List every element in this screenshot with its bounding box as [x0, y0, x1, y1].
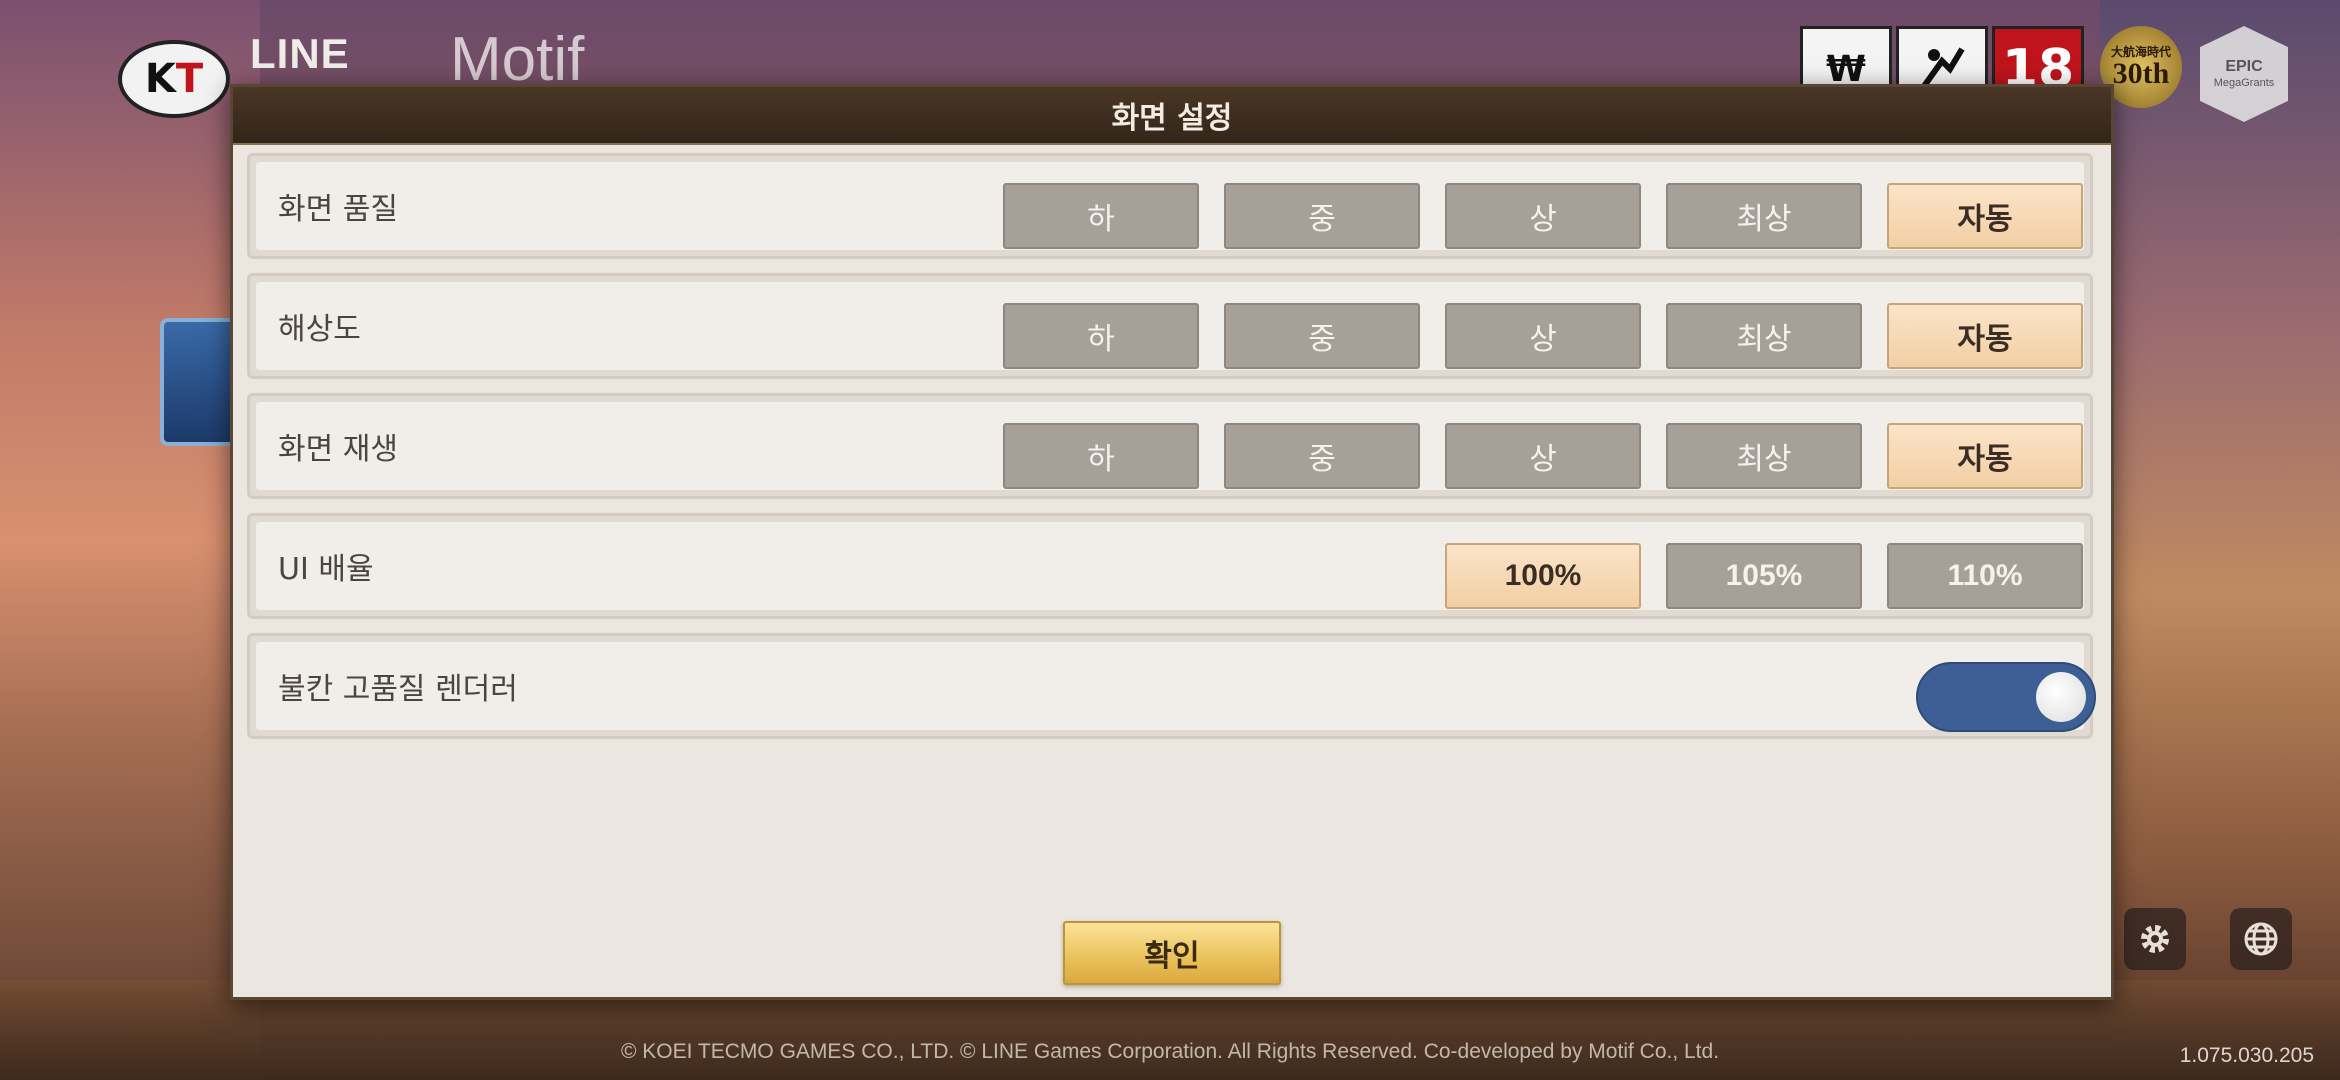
toggle-knob: [2036, 672, 2086, 722]
option-high[interactable]: 상: [1445, 183, 1641, 249]
setting-label: UI 배율: [278, 552, 374, 587]
setting-row-screen-quality: 화면 품질 하 중 상 최상 자동: [247, 153, 2093, 259]
option-low[interactable]: 하: [1003, 183, 1199, 249]
confirm-button[interactable]: 확인: [1063, 921, 1281, 985]
copyright-text: © KOEI TECMO GAMES CO., LTD. © LINE Game…: [620, 1040, 1720, 1063]
option-105-percent[interactable]: 105%: [1666, 543, 1862, 609]
setting-row-vulkan-renderer: 불칸 고품질 렌더러: [247, 633, 2096, 739]
koei-tecmo-logo: KT: [118, 40, 230, 118]
setting-label: 화면 재생: [278, 432, 398, 467]
setting-label: 화면 품질: [278, 192, 398, 227]
setting-label: 해상도: [278, 312, 361, 347]
gear-icon[interactable]: [2124, 908, 2186, 970]
option-medium[interactable]: 중: [1224, 183, 1420, 249]
option-highest[interactable]: 최상: [1666, 183, 1862, 249]
option-medium[interactable]: 중: [1224, 423, 1420, 489]
option-auto[interactable]: 자동: [1887, 423, 2083, 489]
option-110-percent[interactable]: 110%: [1887, 543, 2083, 609]
line-games-logo: LINE: [250, 30, 350, 77]
option-highest[interactable]: 최상: [1666, 423, 1862, 489]
motif-logo: Motif: [450, 25, 585, 94]
option-low[interactable]: 하: [1003, 423, 1199, 489]
vulkan-renderer-toggle[interactable]: [1916, 662, 2096, 732]
setting-row-refresh-rate: 화면 재생 하 중 상 최상 자동: [247, 393, 2093, 499]
option-low[interactable]: 하: [1003, 303, 1199, 369]
option-100-percent[interactable]: 100%: [1445, 543, 1641, 609]
option-medium[interactable]: 중: [1224, 303, 1420, 369]
option-auto[interactable]: 자동: [1887, 183, 2083, 249]
option-highest[interactable]: 최상: [1666, 303, 1862, 369]
setting-row-ui-scale: UI 배율 100% 105% 110%: [247, 513, 2093, 619]
version-text: 1.075.030.205: [2179, 1044, 2314, 1067]
background-left: [0, 0, 260, 1080]
setting-row-resolution: 해상도 하 중 상 최상 자동: [247, 273, 2093, 379]
globe-icon[interactable]: [2230, 908, 2292, 970]
screen-settings-dialog: 화면 설정 화면 품질 하 중 상 최상 자동 해상도 하 중 상 최상 자동 …: [230, 84, 2114, 1000]
setting-label: 불칸 고품질 렌더러: [278, 672, 518, 707]
option-auto[interactable]: 자동: [1887, 303, 2083, 369]
option-high[interactable]: 상: [1445, 423, 1641, 489]
option-high[interactable]: 상: [1445, 303, 1641, 369]
dialog-title: 화면 설정: [233, 87, 2111, 145]
